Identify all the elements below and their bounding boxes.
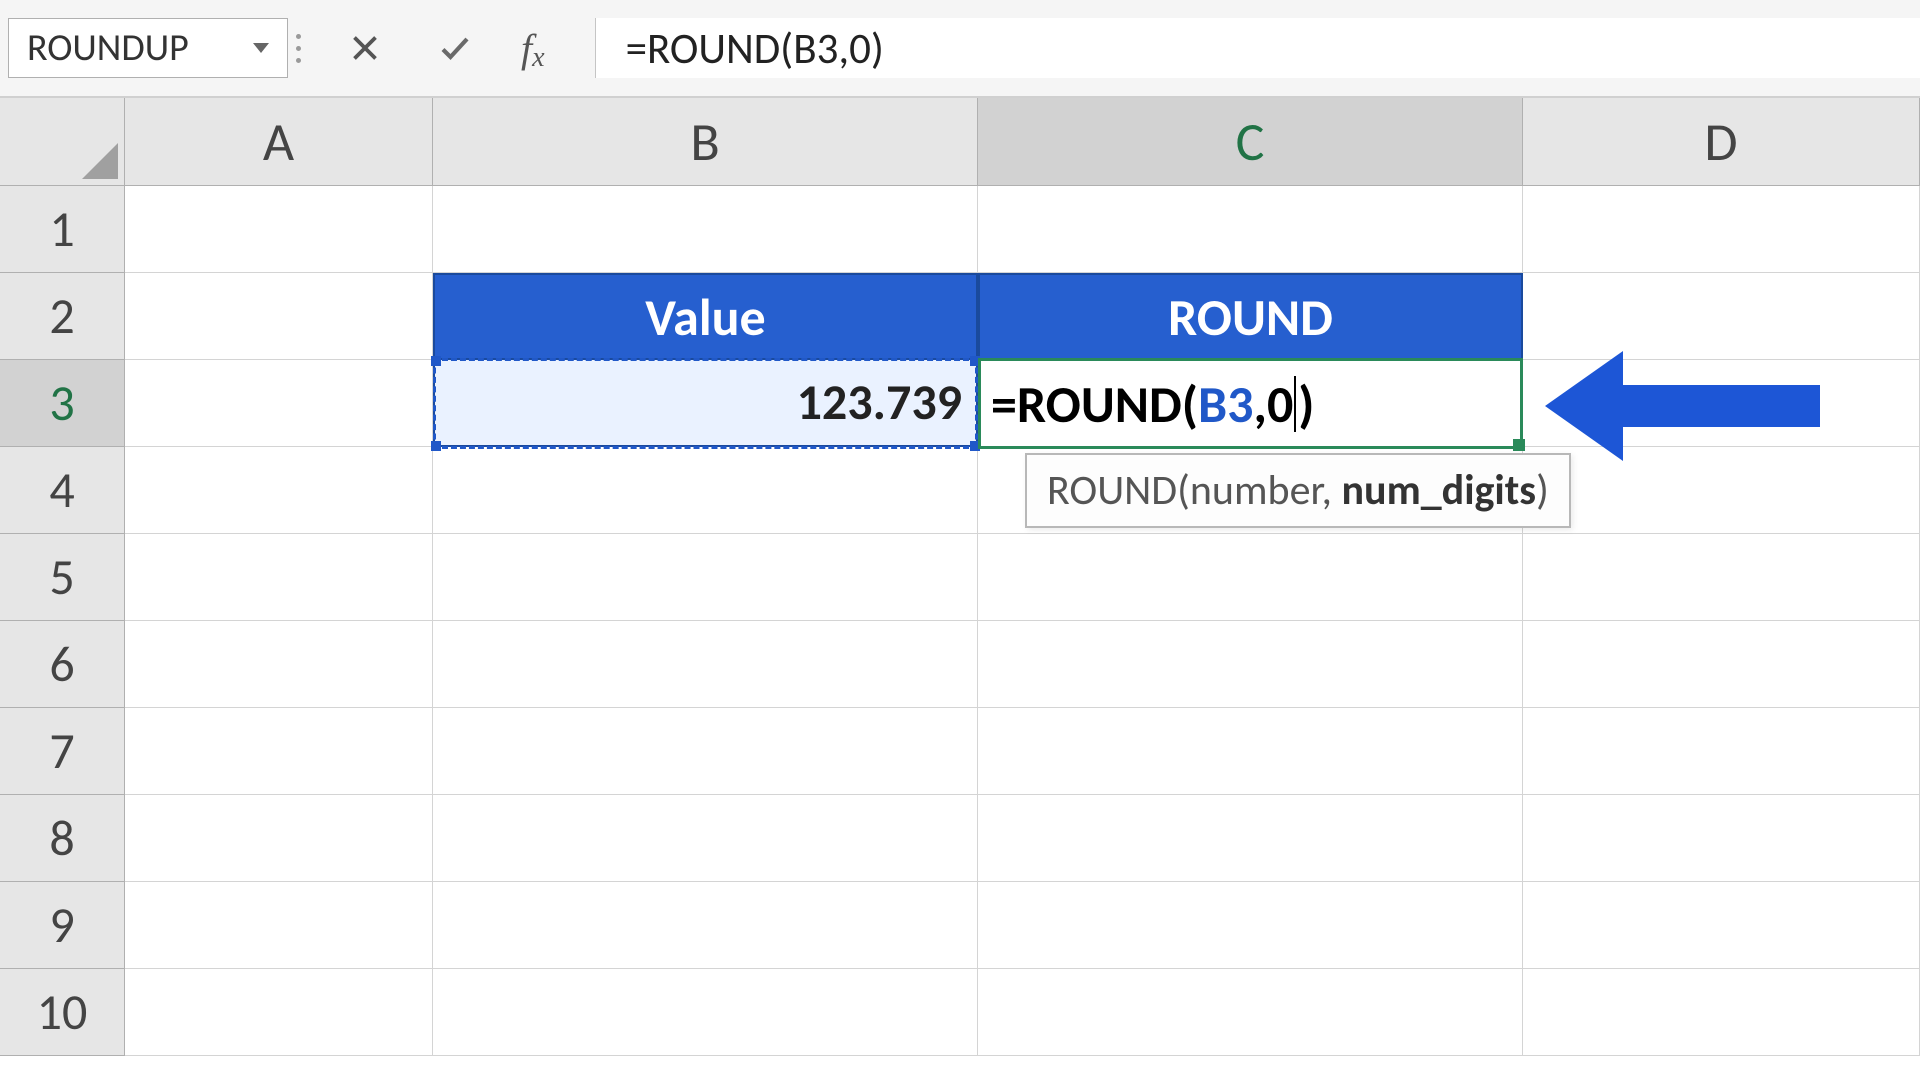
cell-A8[interactable] xyxy=(125,795,433,882)
row-header-10[interactable]: 10 xyxy=(0,969,125,1056)
enter-button[interactable] xyxy=(431,24,479,72)
row-header-6[interactable]: 6 xyxy=(0,621,125,708)
cell-C5[interactable] xyxy=(978,534,1523,621)
text-cursor xyxy=(1294,376,1296,432)
row-header-2[interactable]: 2 xyxy=(0,273,125,360)
cell-B10[interactable] xyxy=(433,969,978,1056)
row-header-5[interactable]: 5 xyxy=(0,534,125,621)
formula-input-text: =ROUND(B3,0) xyxy=(626,22,884,75)
cell-D1[interactable] xyxy=(1523,186,1920,273)
formula-bar-actions: fx xyxy=(309,24,577,72)
annotation-arrow xyxy=(1545,351,1820,461)
row-header-9[interactable]: 9 xyxy=(0,882,125,969)
formula-prefix: =ROUND( xyxy=(991,372,1198,436)
cell-B6[interactable] xyxy=(433,621,978,708)
arrow-left-icon xyxy=(1545,351,1820,461)
formula-bar: ROUNDUP fx =ROUND(B3,0) xyxy=(0,0,1920,98)
column-header-D[interactable]: D xyxy=(1523,98,1920,186)
cell-C10[interactable] xyxy=(978,969,1523,1056)
table-row: Value ROUND xyxy=(125,273,1920,360)
row-headers: 1 2 3 4 5 6 7 8 9 10 xyxy=(0,186,125,1056)
cell-B7[interactable] xyxy=(433,708,978,795)
tooltip-close: ) xyxy=(1536,465,1549,516)
column-header-C[interactable]: C xyxy=(978,98,1523,186)
formula-ref: B3 xyxy=(1198,372,1254,436)
cell-A9[interactable] xyxy=(125,882,433,969)
cell-D8[interactable] xyxy=(1523,795,1920,882)
table-row xyxy=(125,186,1920,273)
cell-A10[interactable] xyxy=(125,969,433,1056)
cell-D5[interactable] xyxy=(1523,534,1920,621)
cell-B3[interactable]: 123.739 xyxy=(433,360,978,447)
row-header-4[interactable]: 4 xyxy=(0,447,125,534)
cell-A3[interactable] xyxy=(125,360,433,447)
x-icon xyxy=(347,30,383,66)
cell-B1[interactable] xyxy=(433,186,978,273)
table-row xyxy=(125,795,1920,882)
cell-B9[interactable] xyxy=(433,882,978,969)
vertical-dots-icon xyxy=(296,34,301,63)
table-row xyxy=(125,882,1920,969)
formula-mid: ,0 xyxy=(1254,372,1294,436)
cell-B8[interactable] xyxy=(433,795,978,882)
cell-C8[interactable] xyxy=(978,795,1523,882)
row-header-1[interactable]: 1 xyxy=(0,186,125,273)
cell-A4[interactable] xyxy=(125,447,433,534)
cell-C6[interactable] xyxy=(978,621,1523,708)
cells-container: Value ROUND 123.739 xyxy=(125,186,1920,1056)
row-header-7[interactable]: 7 xyxy=(0,708,125,795)
insert-function-button[interactable]: fx xyxy=(521,25,545,72)
cell-A5[interactable] xyxy=(125,534,433,621)
table-row xyxy=(125,621,1920,708)
cell-C7[interactable] xyxy=(978,708,1523,795)
cell-C3-editing[interactable]: =ROUND(B3,0) xyxy=(978,358,1523,449)
column-headers: A B C D xyxy=(125,98,1920,186)
cell-D2[interactable] xyxy=(1523,273,1920,360)
fx-x: x xyxy=(532,42,544,74)
cell-D6[interactable] xyxy=(1523,621,1920,708)
cell-B5[interactable] xyxy=(433,534,978,621)
formula-suffix: ) xyxy=(1298,372,1314,436)
cell-D7[interactable] xyxy=(1523,708,1920,795)
cell-C9[interactable] xyxy=(978,882,1523,969)
table-row xyxy=(125,708,1920,795)
column-header-B[interactable]: B xyxy=(433,98,978,186)
cell-B2[interactable]: Value xyxy=(433,273,978,360)
name-box[interactable]: ROUNDUP xyxy=(8,18,288,78)
column-header-A[interactable]: A xyxy=(125,98,433,186)
name-box-dropdown-icon[interactable] xyxy=(253,43,269,53)
formula-input[interactable]: =ROUND(B3,0) xyxy=(595,18,1920,78)
name-box-value: ROUNDUP xyxy=(27,25,253,71)
tooltip-arg1: number, xyxy=(1190,465,1342,516)
check-icon xyxy=(437,30,473,66)
cell-A1[interactable] xyxy=(125,186,433,273)
cell-C2[interactable]: ROUND xyxy=(978,273,1523,360)
tooltip-arg2: num_digits xyxy=(1342,465,1537,516)
cell-B4[interactable] xyxy=(433,447,978,534)
row-header-8[interactable]: 8 xyxy=(0,795,125,882)
table-row xyxy=(125,969,1920,1056)
cell-A2[interactable] xyxy=(125,273,433,360)
tooltip-func: ROUND( xyxy=(1047,465,1190,516)
select-all-corner[interactable] xyxy=(0,98,125,186)
cell-D9[interactable] xyxy=(1523,882,1920,969)
cell-D10[interactable] xyxy=(1523,969,1920,1056)
fx-f: f xyxy=(521,25,532,72)
cell-C1[interactable] xyxy=(978,186,1523,273)
cancel-button[interactable] xyxy=(341,24,389,72)
function-tooltip[interactable]: ROUND(number, num_digits) xyxy=(1025,453,1571,528)
cell-A6[interactable] xyxy=(125,621,433,708)
table-row xyxy=(125,534,1920,621)
row-header-3[interactable]: 3 xyxy=(0,360,125,447)
cell-A7[interactable] xyxy=(125,708,433,795)
